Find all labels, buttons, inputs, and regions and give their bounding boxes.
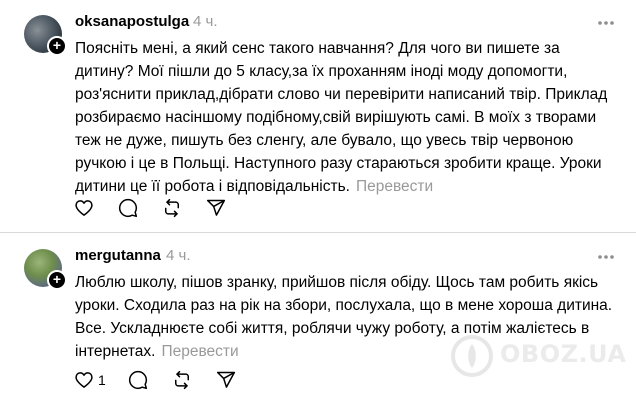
repost-button[interactable] [172, 368, 192, 392]
watermark: OBOZ.UA [450, 332, 626, 380]
thread-post: + oksanapostulga 4 ч. Поясніть мені, а я… [0, 0, 636, 232]
username[interactable]: oksanapostulga [75, 13, 189, 30]
post-actions: 1 [74, 368, 274, 392]
watermark-text: OBOZ.UA [500, 340, 627, 368]
comment-bubble-icon [118, 198, 138, 218]
username[interactable]: mergutanna [75, 247, 161, 264]
send-icon [206, 199, 226, 216]
repost-button[interactable] [162, 196, 182, 220]
watermark-logo-icon [451, 335, 493, 377]
post-text: Поясніть мені, а який сенс такого навчан… [75, 37, 615, 198]
post-actions [74, 196, 274, 220]
like-button[interactable]: 1 [74, 368, 106, 392]
follow-plus-icon[interactable]: + [47, 36, 67, 56]
post-body: Поясніть мені, а який сенс такого навчан… [75, 40, 608, 195]
send-icon [216, 371, 236, 388]
comment-bubble-icon [128, 370, 148, 390]
share-button[interactable] [216, 368, 236, 392]
translate-link[interactable]: Перевести [161, 343, 238, 360]
repost-icon [165, 198, 179, 218]
translate-link[interactable]: Перевести [356, 178, 433, 195]
repost-icon [175, 370, 189, 390]
more-horizontal-icon[interactable] [596, 251, 616, 263]
heart-icon [75, 372, 93, 388]
heart-icon [75, 200, 93, 216]
reply-button[interactable] [128, 368, 148, 392]
like-button[interactable] [74, 196, 94, 220]
share-button[interactable] [206, 196, 226, 220]
like-count: 1 [98, 372, 106, 388]
follow-plus-icon[interactable]: + [47, 270, 67, 290]
post-time: 4 ч. [193, 13, 218, 30]
reply-button[interactable] [118, 196, 138, 220]
more-horizontal-icon[interactable] [596, 17, 616, 29]
post-time: 4 ч. [166, 247, 191, 264]
